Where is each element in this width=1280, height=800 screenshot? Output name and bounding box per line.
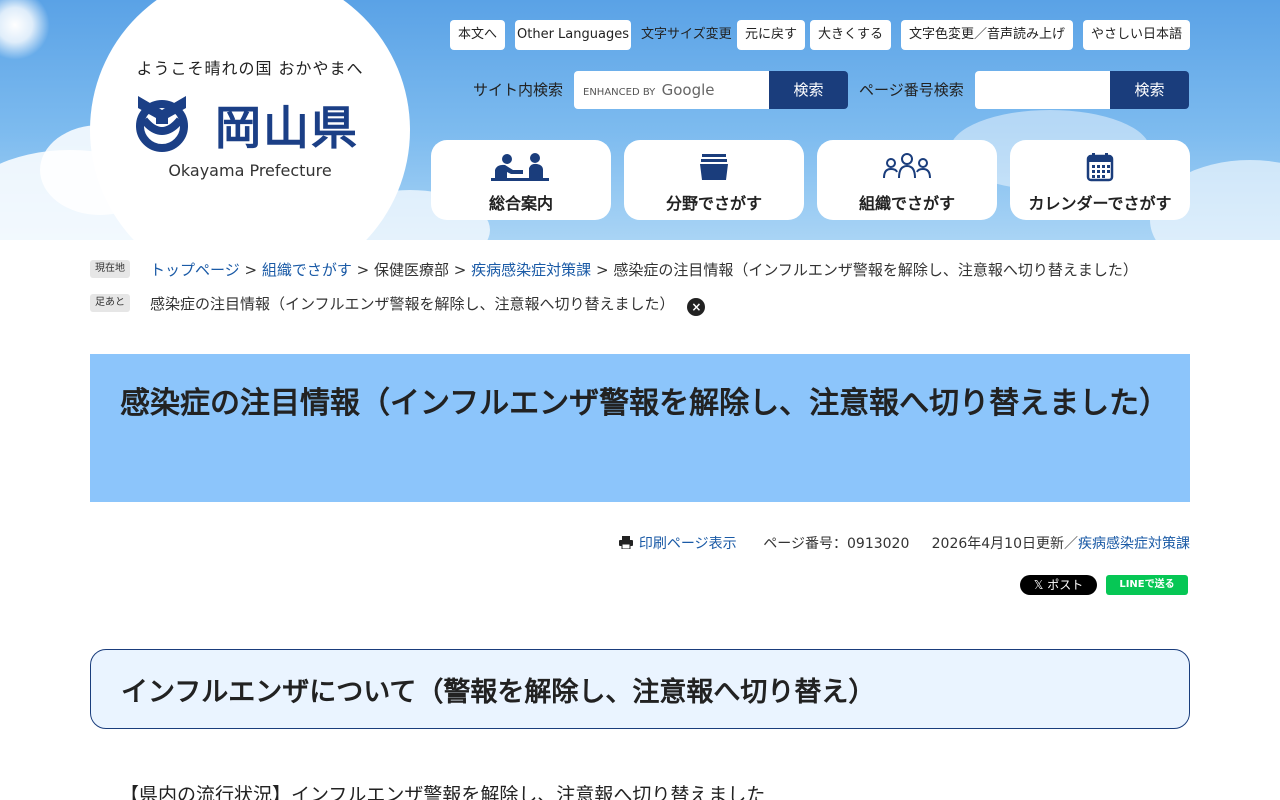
other-languages-button[interactable]: Other Languages	[515, 20, 631, 50]
people-icon	[491, 153, 549, 181]
breadcrumb: トップページ > 組織でさがす > 保健医療部 > 疾病感染症対策課 > 感染症…	[150, 259, 1138, 280]
nav-label: 総合案内	[488, 194, 553, 213]
footprint-trail: 感染症の注目情報（インフルエンザ警報を解除し、注意報へ切り替えました） ×	[150, 293, 706, 316]
folder-stack-icon	[700, 154, 728, 180]
prefecture-emblem-icon[interactable]	[128, 90, 196, 152]
footprint-item[interactable]: 感染症の注目情報（インフルエンザ警報を解除し、注意報へ切り替えました）	[150, 295, 675, 313]
print-icon	[618, 536, 633, 549]
breadcrumb-separator: >	[244, 261, 258, 279]
breadcrumb-separator: >	[453, 261, 467, 279]
x-post-button[interactable]: 𝕏 ポスト	[1020, 575, 1097, 595]
breadcrumb-separator: >	[595, 261, 609, 279]
section-heading: インフルエンザについて（警報を解除し、注意報へ切り替え）	[121, 677, 876, 708]
nav-general-info[interactable]: 総合案内	[431, 140, 611, 220]
line-share-button[interactable]: LINEで送る	[1106, 575, 1188, 595]
nav-search-by-organization[interactable]: 組織でさがす	[817, 140, 997, 220]
close-icon[interactable]: ×	[687, 298, 706, 316]
breadcrumb-top-page[interactable]: トップページ	[150, 261, 240, 279]
page-number: ページ番号：0913020	[763, 536, 910, 552]
font-size-label: 文字サイズ変更	[641, 27, 732, 42]
section-heading-box: インフルエンザについて（警報を解除し、注意報へ切り替え）	[90, 649, 1190, 729]
nav-label: 分野でさがす	[665, 194, 762, 213]
breadcrumb-organization[interactable]: 組織でさがす	[262, 261, 352, 279]
nav-label: カレンダーでさがす	[1028, 194, 1172, 213]
logo-tagline: ようこそ晴れの国 おかやまへ	[136, 59, 364, 78]
page-meta: 印刷ページ表示 ページ番号：0913020 2026年4月10日更新／疾病感染症…	[618, 533, 1190, 553]
organization-icon	[883, 153, 931, 179]
body-text: 【県内の流行状況】インフルエンザ警報を解除し、注意報へ切り替えました	[120, 784, 766, 800]
google-branding: ENHANCED BY Google	[583, 81, 715, 99]
font-reset-button[interactable]: 元に戻す	[737, 20, 805, 50]
nav-label: 組織でさがす	[858, 194, 955, 213]
footprint-tag: 足あと	[90, 294, 130, 312]
current-location-tag: 現在地	[90, 260, 130, 278]
department-link[interactable]: 疾病感染症対策課	[1078, 536, 1190, 552]
color-voice-button[interactable]: 文字色変更／音声読み上げ	[901, 20, 1073, 50]
easy-japanese-button[interactable]: やさしい日本語	[1083, 20, 1190, 50]
logo-name[interactable]: 岡山県	[215, 92, 359, 158]
site-search-label: サイト内検索	[473, 81, 564, 99]
breadcrumb-health-department: 保健医療部	[374, 261, 450, 279]
breadcrumb-infection-division[interactable]: 疾病感染症対策課	[471, 261, 591, 279]
calendar-icon	[1086, 153, 1114, 182]
skip-to-main-button[interactable]: 本文へ	[450, 20, 505, 50]
site-header: ようこそ晴れの国 おかやまへ 岡山県 Okayama Prefecture 本文…	[0, 0, 1280, 240]
page-number-input[interactable]	[975, 71, 1111, 109]
page-number-search-label: ページ番号検索	[859, 81, 964, 99]
page-title: 感染症の注目情報（インフルエンザ警報を解除し、注意報へ切り替えました）	[120, 386, 1170, 421]
page-title-box: 感染症の注目情報（インフルエンザ警報を解除し、注意報へ切り替えました）	[90, 354, 1190, 502]
nav-search-by-calendar[interactable]: カレンダーでさがす	[1010, 140, 1190, 220]
logo-english: Okayama Prefecture	[168, 161, 332, 180]
site-search-input[interactable]: ENHANCED BY Google	[574, 71, 770, 109]
print-page-link[interactable]: 印刷ページ表示	[639, 536, 737, 552]
nav-search-by-field[interactable]: 分野でさがす	[624, 140, 804, 220]
breadcrumb-current-page: 感染症の注目情報（インフルエンザ警報を解除し、注意報へ切り替えました）	[613, 261, 1138, 279]
site-search-button[interactable]: 検索	[769, 71, 848, 109]
font-enlarge-button[interactable]: 大きくする	[810, 20, 891, 50]
sun-glare	[0, 0, 50, 60]
breadcrumb-separator: >	[356, 261, 370, 279]
updated-date: 2026年4月10日更新／	[931, 536, 1078, 552]
page-number-search-button[interactable]: 検索	[1110, 71, 1189, 109]
